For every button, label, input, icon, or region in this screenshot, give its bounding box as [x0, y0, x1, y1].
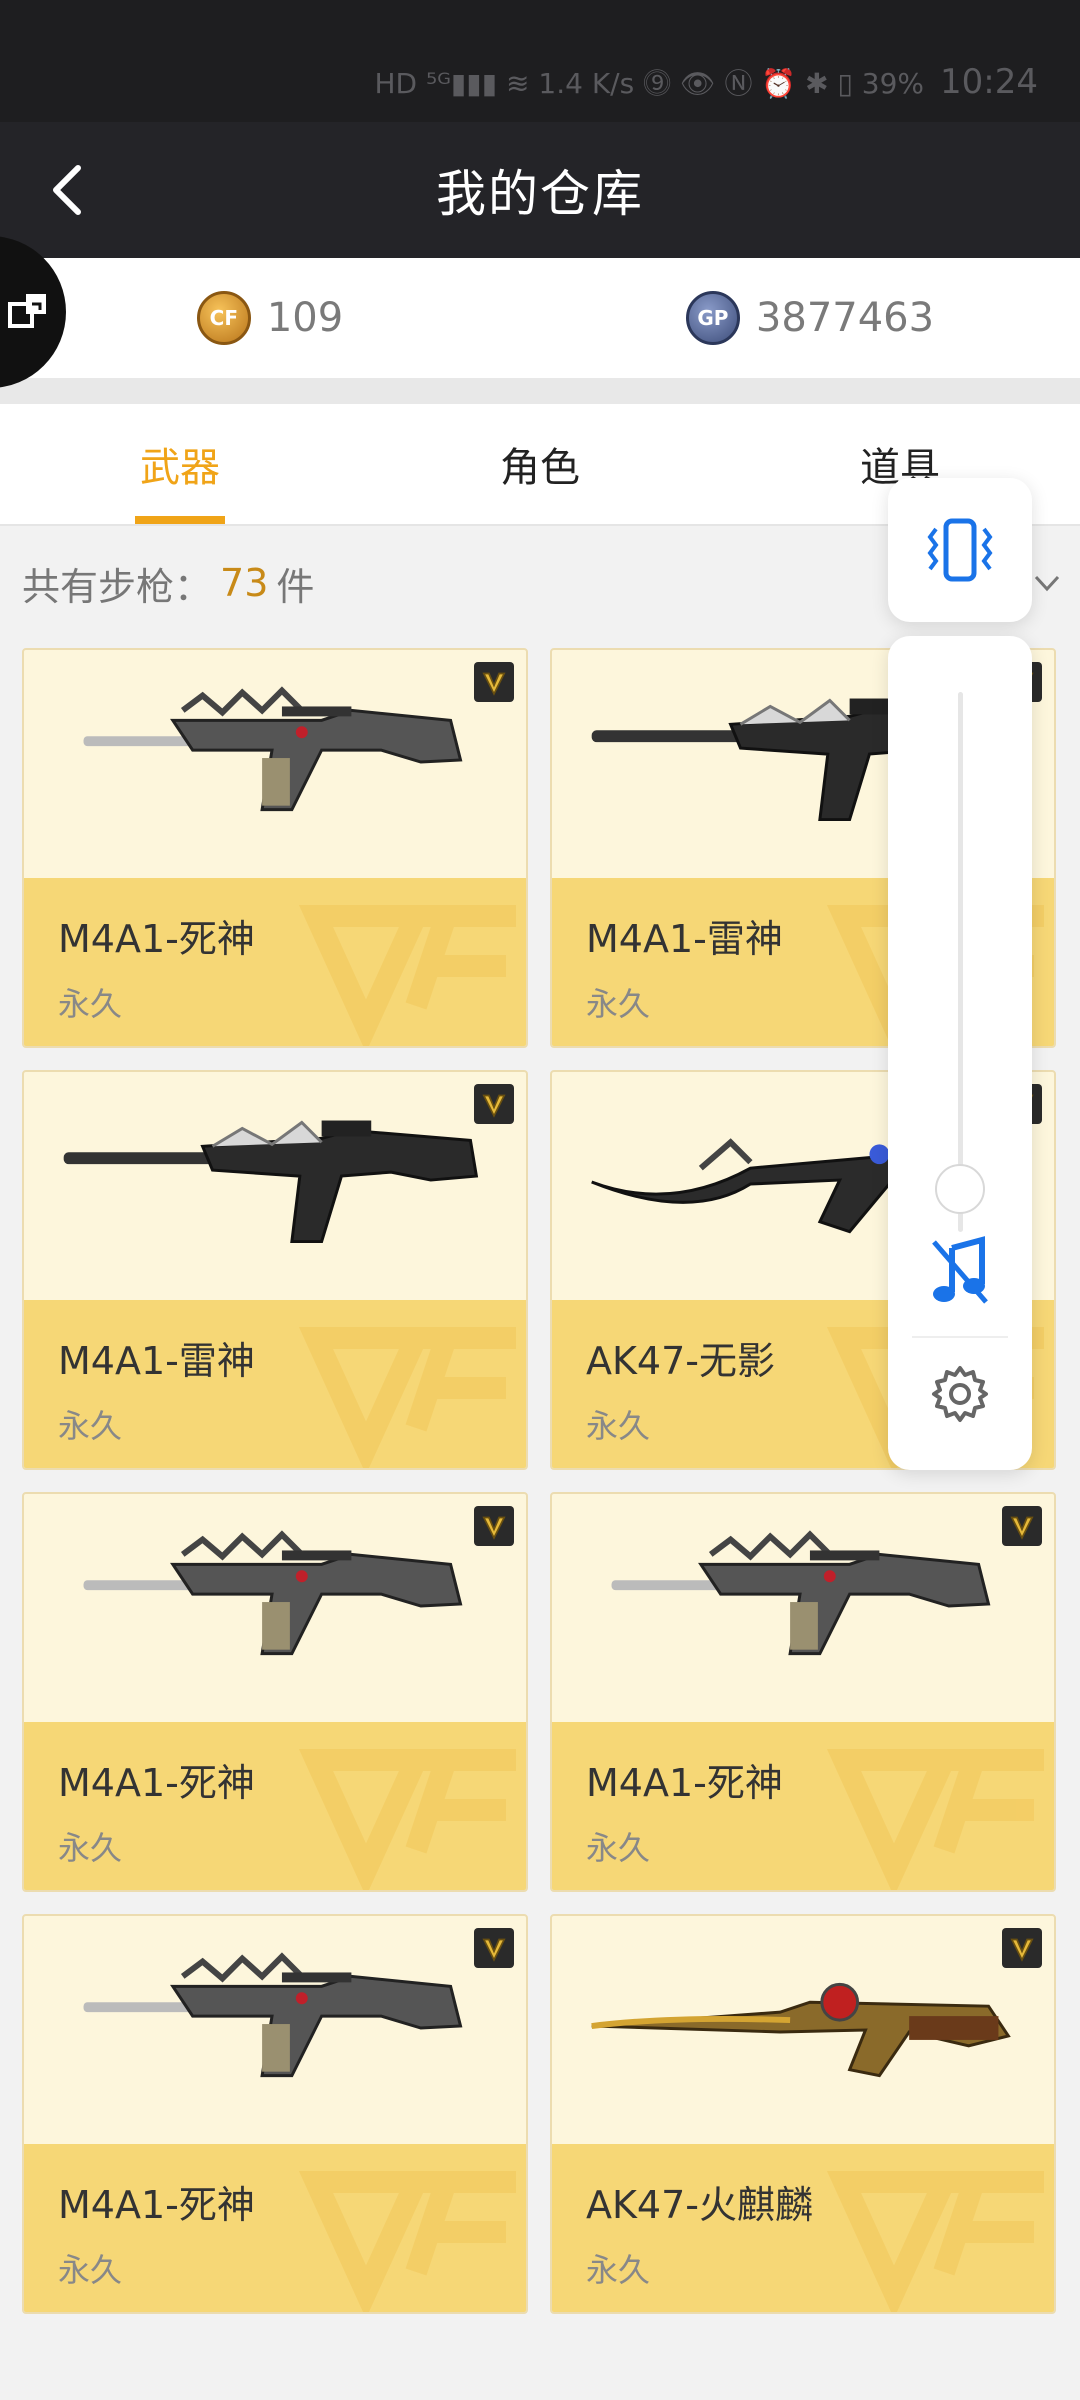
- count-suffix: 件: [276, 564, 315, 609]
- status-bar: HD ⁵ᴳ▮▮▮ ≋ 1.4 K/s ⓽ 👁 Ⓝ ⏰ ✱ ▯ 39% 10:24: [0, 0, 1080, 122]
- weapon-duration: 永久: [586, 1829, 651, 1867]
- weapon-info: M4A1-死神永久: [24, 1722, 526, 1890]
- weapon-image: [83, 686, 463, 812]
- weapon-name: M4A1-死神: [58, 1761, 255, 1805]
- cf-currency: CF 109: [0, 291, 540, 345]
- weapon-card[interactable]: M4A1-死神永久: [22, 648, 528, 1048]
- page-title: 我的仓库: [436, 165, 644, 223]
- weapon-info: M4A1-雷神永久: [24, 1300, 526, 1468]
- vip-badge-icon: [474, 1506, 514, 1546]
- weapon-image: [83, 1952, 463, 2078]
- gear-icon[interactable]: [930, 1364, 990, 1424]
- back-button[interactable]: [40, 160, 96, 220]
- weapon-info: AK47-火麒麟永久: [552, 2144, 1054, 2312]
- chevron-down-icon[interactable]: [1032, 568, 1062, 598]
- section-divider: [0, 378, 1080, 404]
- currency-bar: CF 109 GP 3877463: [0, 258, 1080, 378]
- weapon-card[interactable]: M4A1-死神永久: [22, 1914, 528, 2314]
- weapon-image: [63, 1120, 479, 1244]
- vibrate-toggle[interactable]: [888, 478, 1032, 622]
- status-icons: HD ⁵ᴳ▮▮▮ ≋ 1.4 K/s ⓽ 👁 Ⓝ ⏰ ✱ ▯ 39%: [374, 67, 925, 100]
- vip-badge-icon: [1002, 1928, 1042, 1968]
- count-prefix: 共有步枪：: [22, 564, 213, 609]
- vip-badge-icon: [1002, 1506, 1042, 1546]
- weapon-name: M4A1-死神: [586, 1761, 783, 1805]
- puzzle-icon: [8, 294, 46, 328]
- weapon-card[interactable]: M4A1-死神永久: [22, 1492, 528, 1892]
- cf-coin-icon: CF: [196, 291, 251, 345]
- weapon-info: M4A1-死神永久: [24, 878, 526, 1046]
- gp-value: 3877463: [755, 295, 935, 341]
- volume-slider-thumb[interactable]: [935, 1163, 985, 1214]
- volume-panel-divider: [912, 1336, 1008, 1338]
- volume-slider[interactable]: [958, 692, 963, 1232]
- vip-badge-icon: [474, 1084, 514, 1124]
- count-value: 73: [220, 561, 269, 605]
- music-muted-icon[interactable]: [928, 1236, 992, 1306]
- vip-badge-icon: [474, 662, 514, 702]
- weapon-duration: 永久: [58, 985, 123, 1023]
- tab-characters[interactable]: 角色: [360, 404, 720, 524]
- vibrate-icon: [927, 518, 993, 582]
- tab-weapons[interactable]: 武器: [0, 404, 360, 524]
- weapon-duration: 永久: [58, 1829, 123, 1867]
- gp-currency: GP 3877463: [540, 291, 1080, 345]
- weapon-name: AK47-火麒麟: [586, 2183, 813, 2227]
- weapon-card[interactable]: M4A1-雷神永久: [22, 1070, 528, 1470]
- weapon-image: [611, 1530, 991, 1656]
- weapon-duration: 永久: [586, 2251, 651, 2289]
- volume-panel: [888, 636, 1032, 1470]
- cf-value: 109: [266, 295, 344, 341]
- weapon-card[interactable]: AK47-火麒麟永久: [550, 1914, 1056, 2314]
- weapon-duration: 永久: [58, 2251, 123, 2289]
- weapon-card[interactable]: M4A1-死神永久: [550, 1492, 1056, 1892]
- weapon-name: M4A1-死神: [58, 917, 255, 961]
- weapon-duration: 永久: [58, 1407, 123, 1445]
- vip-badge-icon: [474, 1928, 514, 1968]
- chevron-left-icon: [53, 165, 81, 215]
- weapon-name: M4A1-死神: [58, 2183, 255, 2227]
- weapon-name: M4A1-雷神: [58, 1339, 255, 1383]
- app-header: 我的仓库: [0, 122, 1080, 258]
- weapon-image: [83, 1530, 463, 1656]
- status-time: 10:24: [940, 62, 1038, 102]
- weapon-info: M4A1-死神永久: [24, 2144, 526, 2312]
- weapon-image: [591, 1982, 1011, 2078]
- weapon-info: M4A1-死神永久: [552, 1722, 1054, 1890]
- gp-coin-icon: GP: [685, 291, 740, 345]
